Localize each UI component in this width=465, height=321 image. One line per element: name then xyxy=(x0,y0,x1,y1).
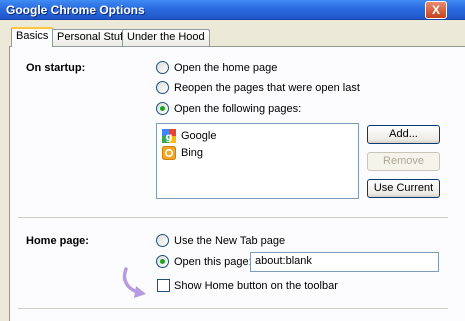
section-divider xyxy=(18,217,448,218)
close-icon: X xyxy=(431,3,440,17)
show-home-button-checkbox[interactable] xyxy=(157,279,170,292)
radio-open-this-page[interactable] xyxy=(156,255,169,268)
options-window: Google Chrome Options X Basics Personal … xyxy=(0,0,465,321)
window-title: Google Chrome Options xyxy=(6,3,145,17)
list-item-bing-label: Bing xyxy=(181,147,204,159)
radio-open-following-pages-label[interactable]: Open the following pages: xyxy=(174,103,301,115)
startup-pages-list[interactable]: g Google Bing xyxy=(156,123,359,199)
tab-personal-stuff-label: Personal Stuff xyxy=(57,31,126,43)
add-page-button[interactable]: Add... xyxy=(367,125,440,144)
homepage-url-input[interactable]: about:blank xyxy=(250,252,439,272)
radio-use-new-tab-page[interactable] xyxy=(156,234,169,247)
radio-reopen-last-pages[interactable] xyxy=(156,81,169,94)
list-item-google-label: Google xyxy=(181,130,217,142)
radio-open-home-page-label[interactable]: Open the home page xyxy=(174,62,277,74)
radio-open-following-pages[interactable] xyxy=(156,102,169,115)
close-button[interactable]: X xyxy=(425,1,447,19)
radio-open-home-page[interactable] xyxy=(156,61,169,74)
tab-basics[interactable]: Basics xyxy=(11,27,54,47)
title-bar: Google Chrome Options X xyxy=(0,0,465,20)
homepage-section-label: Home page: xyxy=(26,235,89,247)
radio-use-new-tab-page-label[interactable]: Use the New Tab page xyxy=(174,235,285,247)
bing-favicon xyxy=(162,146,176,160)
remove-page-button[interactable]: Remove xyxy=(367,152,440,171)
tab-under-the-hood[interactable]: Under the Hood xyxy=(122,29,210,46)
google-favicon: g xyxy=(162,129,176,143)
radio-reopen-last-pages-label[interactable]: Reopen the pages that were open last xyxy=(174,82,360,94)
curved-arrow-icon xyxy=(122,267,146,298)
tab-personal-stuff[interactable]: Personal Stuff xyxy=(52,29,131,46)
show-home-button-label[interactable]: Show Home button on the toolbar xyxy=(174,280,338,292)
tab-under-the-hood-label: Under the Hood xyxy=(127,31,205,43)
svg-text:g: g xyxy=(165,132,172,143)
tab-basics-label: Basics xyxy=(16,30,49,42)
use-current-button[interactable]: Use Current xyxy=(367,179,440,198)
bottom-divider xyxy=(18,308,448,309)
radio-open-this-page-label[interactable]: Open this page: xyxy=(174,256,252,268)
startup-section-label: On startup: xyxy=(26,62,86,74)
